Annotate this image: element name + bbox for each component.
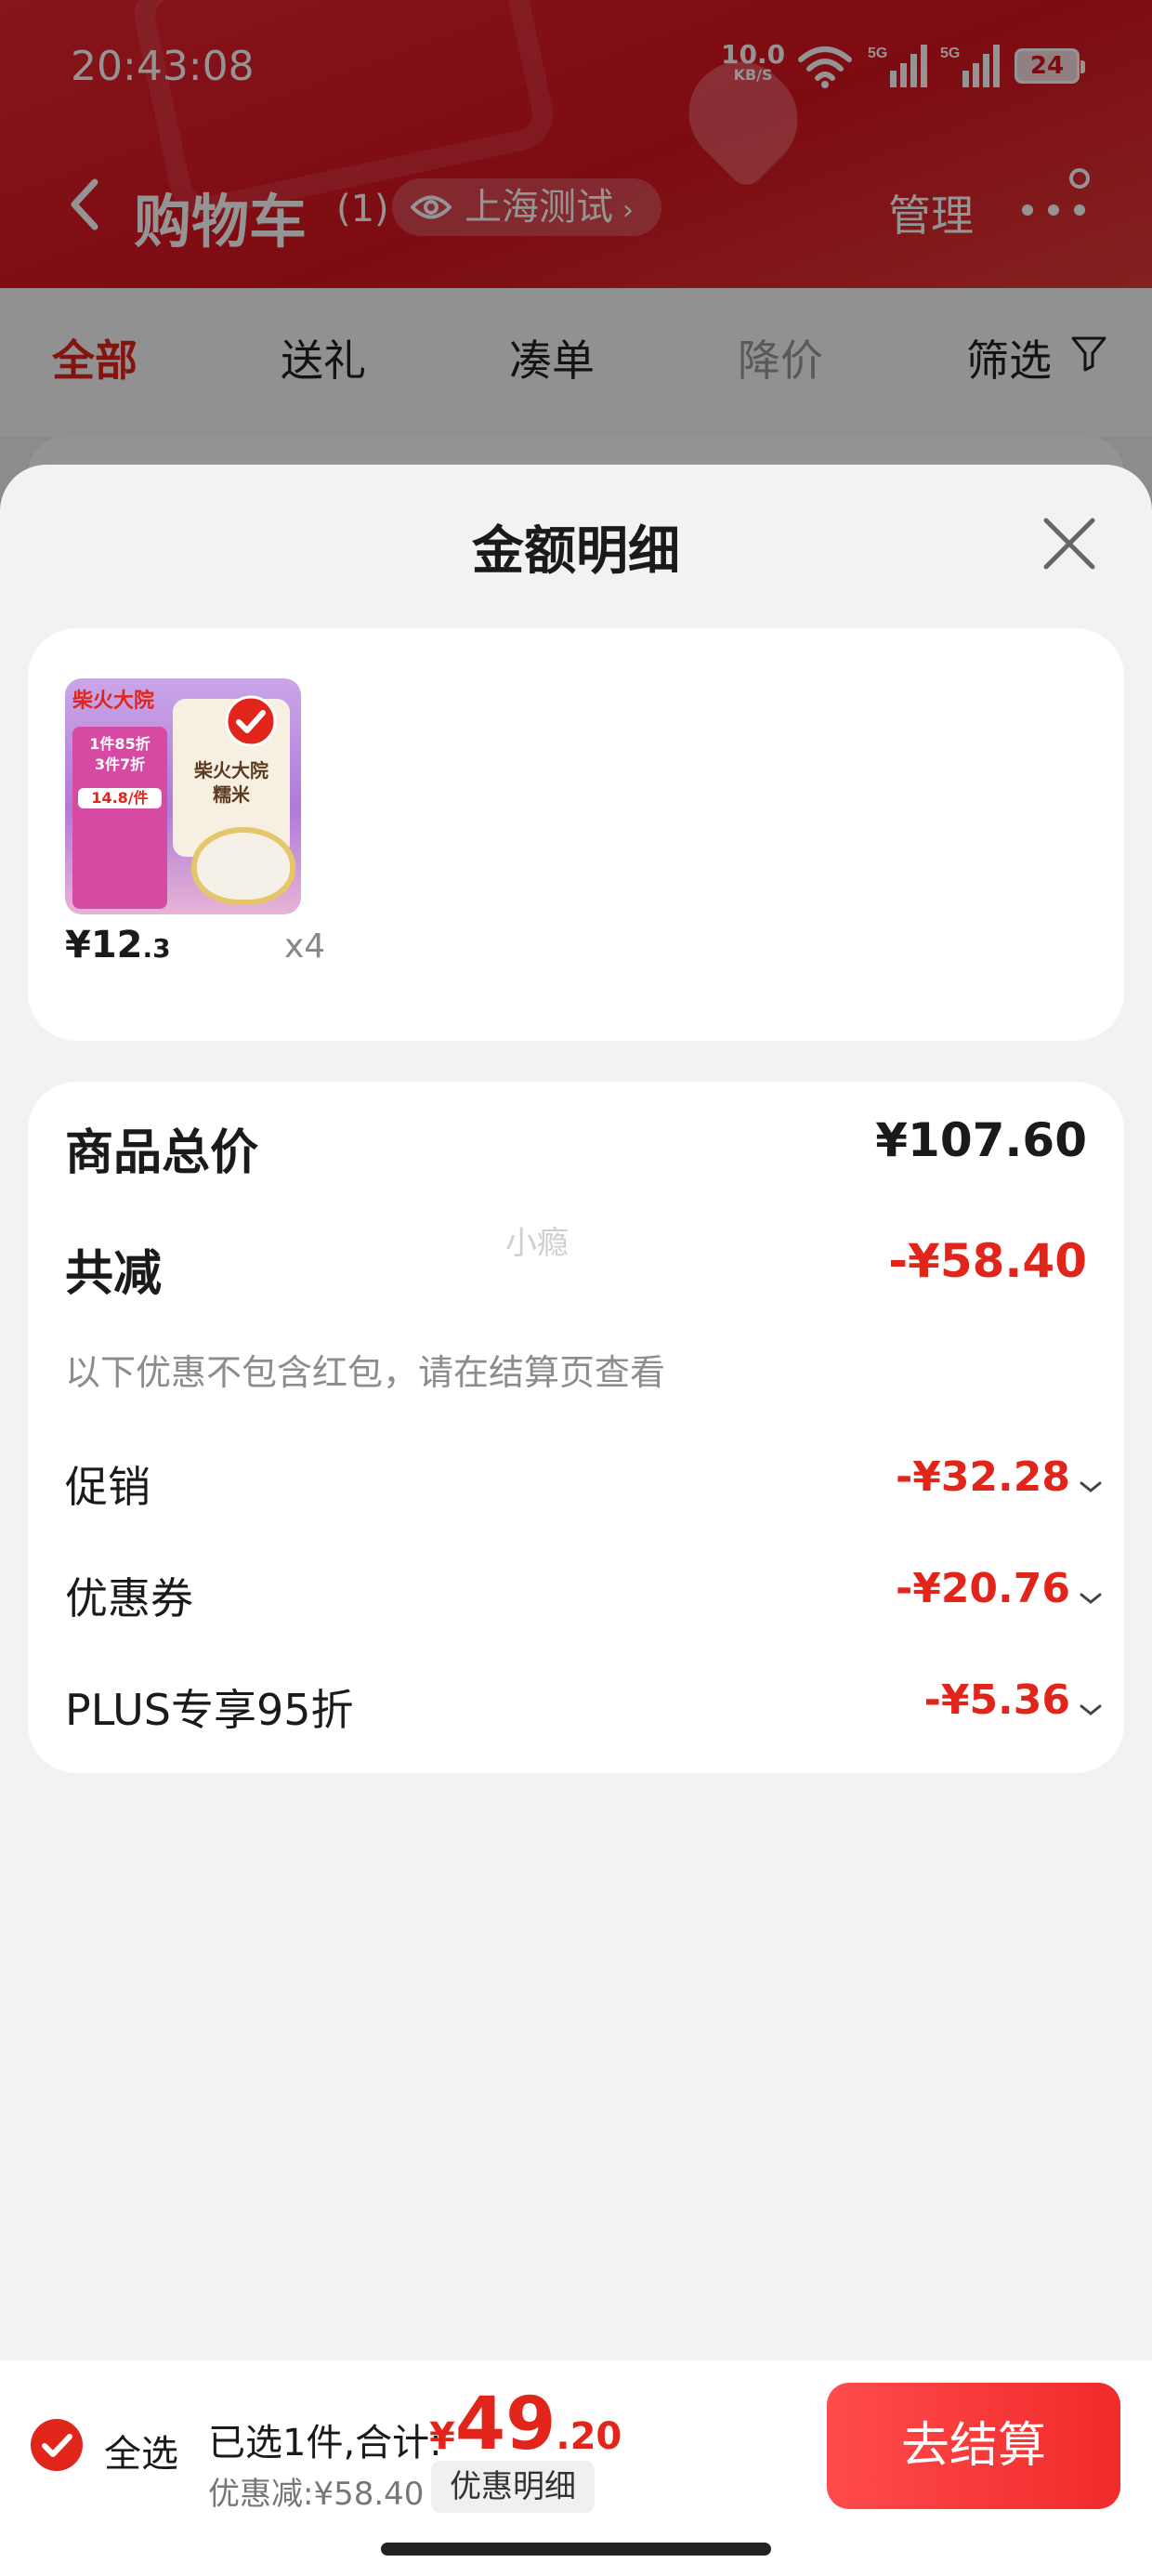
discount-value: -¥20.76 (895, 1565, 1070, 1612)
thumb-promo-price: 14.8/件 (78, 788, 162, 808)
saving-text: 优惠减:¥58.40 (208, 2476, 425, 2513)
discount-detail-button[interactable]: 优惠明细 (431, 2461, 595, 2513)
sheet-title: 金额明细 (472, 521, 680, 582)
unit-price: ¥12.3 (65, 924, 171, 966)
total-reduction-label: 共减 (65, 1246, 163, 1302)
discount-value: -¥5.36 (923, 1676, 1070, 1724)
product-thumbnail[interactable]: 柴火大院 1件85折 3件7折 14.8/件 柴火大院 糯米 (65, 678, 301, 914)
checked-icon[interactable] (225, 695, 277, 747)
unit-price-int: ¥12 (65, 924, 143, 966)
thumb-rice-bowl (191, 827, 295, 905)
total-price-value: ¥107.60 (875, 1113, 1087, 1167)
discount-label: PLUS专享95折 (65, 1685, 354, 1735)
grand-total-decimal: .20 (556, 2415, 622, 2458)
discount-label: 优惠券 (65, 1573, 193, 1623)
chevron-down-icon[interactable] (1078, 1701, 1104, 1719)
price-summary-card: 商品总价 ¥107.60 小瘾 共减 -¥58.40 以下优惠不包含红包，请在结… (28, 1082, 1124, 1773)
watermark: 小瘾 (505, 1225, 569, 1262)
discount-note: 以下优惠不包含红包，请在结算页查看 (65, 1352, 666, 1393)
discount-value: -¥32.28 (895, 1453, 1070, 1501)
grand-total: ¥49.20 (429, 2383, 622, 2466)
amount-detail-sheet: 金额明细 柴火大院 1件85折 3件7折 14.8/件 柴火大院 糯米 ¥12.… (0, 465, 1152, 2360)
thumb-bag-line-1: 柴火大院 (194, 759, 268, 782)
checkout-bar: 全选 已选1件,合计: ¥49.20 优惠减:¥58.40 优惠明细 去结算 (0, 2360, 1152, 2576)
chevron-down-icon[interactable] (1078, 1478, 1104, 1496)
unit-price-decimal: .3 (142, 933, 171, 964)
thumb-promo-line-2: 3件7折 (94, 756, 146, 773)
close-icon[interactable] (1039, 513, 1100, 574)
grand-total-symbol: ¥ (429, 2415, 455, 2458)
grand-total-int: 49 (454, 2383, 556, 2466)
chevron-down-icon[interactable] (1078, 1589, 1104, 1608)
thumb-promo-panel: 1件85折 3件7折 14.8/件 (72, 727, 167, 909)
home-indicator[interactable] (381, 2543, 771, 2556)
select-all-label[interactable]: 全选 (104, 2424, 178, 2477)
thumb-bag-line-2: 糯米 (213, 783, 250, 806)
selected-summary-text: 已选1件,合计: (208, 2422, 442, 2464)
select-all-checkbox[interactable] (30, 2418, 84, 2472)
checkout-button[interactable]: 去结算 (827, 2383, 1120, 2509)
quantity: x4 (284, 927, 326, 966)
product-card: 柴火大院 1件85折 3件7折 14.8/件 柴火大院 糯米 ¥12.3 x4 (28, 628, 1124, 1041)
total-price-label: 商品总价 (65, 1125, 259, 1181)
discount-label: 促销 (65, 1462, 151, 1512)
thumb-promo-line-1: 1件85折 (89, 735, 151, 753)
thumb-brand: 柴火大院 (72, 690, 155, 713)
total-reduction-value: -¥58.40 (888, 1234, 1087, 1288)
